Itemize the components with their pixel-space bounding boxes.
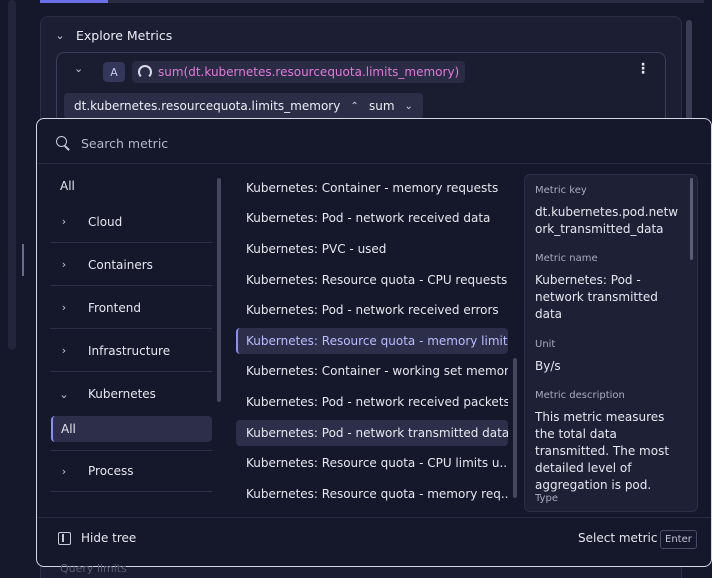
aggregation-chip-label: sum <box>369 99 395 113</box>
query-limits-label: Query limits <box>60 562 127 575</box>
metric-list-item-hovered[interactable]: Kubernetes: Pod - network transmitted da… <box>236 420 508 446</box>
divider <box>37 517 711 518</box>
chevron-down-icon: ⌄ <box>59 387 69 401</box>
tree-item-label: Process <box>88 464 134 478</box>
tree-item-infrastructure[interactable]: › Infrastructure <box>50 330 212 372</box>
metric-name-label: Metric name <box>535 253 598 264</box>
tree-item-label: Frontend <box>88 300 141 315</box>
metric-list-item-selected[interactable]: Kubernetes: Resource quota - memory limi… <box>236 328 508 354</box>
tree-item-kubernetes[interactable]: ⌄ Kubernetes <box>50 373 212 415</box>
hide-tree-label: Hide tree <box>81 531 137 545</box>
divider <box>37 163 711 164</box>
chevron-down-icon: ⌄ <box>404 100 413 112</box>
tree-item-label: Infrastructure <box>88 343 171 358</box>
metric-list-item[interactable]: Kubernetes: Container - working set memo… <box>236 358 508 384</box>
enter-key-hint: Enter <box>660 530 697 549</box>
sidebar-toggle-icon <box>58 531 71 545</box>
tree-item-frontend[interactable]: › Frontend <box>50 287 212 329</box>
search-bar <box>55 135 681 151</box>
tree-item-all[interactable]: All <box>60 179 75 193</box>
tab-bar-line <box>108 0 704 3</box>
metric-list-item[interactable]: Kubernetes: Container - memory requests <box>236 175 508 201</box>
metric-list-scrollbar[interactable] <box>513 358 517 498</box>
metric-name-value: Kubernetes: Pod - network transmitted da… <box>535 273 658 321</box>
chevron-right-icon: › <box>61 258 67 271</box>
metric-key-value: dt.kubernetes.pod.network_transmitted_da… <box>535 205 679 236</box>
tree-item-process[interactable]: › Process <box>50 450 212 492</box>
tree-subitem-all[interactable]: All <box>51 416 212 442</box>
details-scrollbar[interactable] <box>690 178 693 260</box>
metric-list-item[interactable]: Kubernetes: Resource quota - CPU request… <box>236 267 508 293</box>
hide-tree-button[interactable]: Hide tree <box>58 531 136 545</box>
search-input[interactable] <box>81 135 681 151</box>
metric-list-item[interactable]: Kubernetes: Pod - network received data <box>236 205 508 231</box>
page-scrollbar[interactable] <box>8 0 16 350</box>
metric-list-item[interactable]: Kubernetes: Resource quota - CPU limits … <box>236 450 508 476</box>
metric-description-value: This metric measures the total data tran… <box>535 410 670 492</box>
section-title: Explore Metrics <box>76 27 173 43</box>
tree-item-label: Cloud <box>88 214 123 229</box>
gauge-icon <box>138 65 152 79</box>
resize-handle[interactable] <box>22 244 24 276</box>
unit-label: Unit <box>535 339 556 350</box>
tree-item-label: Kubernetes <box>88 387 156 401</box>
type-label: Type <box>535 493 558 504</box>
chevron-right-icon: › <box>61 344 67 357</box>
tree-item-cloud[interactable]: › Cloud <box>50 201 212 243</box>
tree-item-label: Containers <box>88 257 153 272</box>
metric-selector-chip[interactable]: dt.kubernetes.resourcequota.limits_memor… <box>64 93 369 119</box>
active-tab-indicator <box>40 0 108 3</box>
query-expression-text: sum(dt.kubernetes.resourcequota.limits_m… <box>158 65 460 79</box>
metric-description-label: Metric description <box>535 390 625 401</box>
tree-item-containers[interactable]: › Containers <box>50 244 212 286</box>
chevron-down-icon[interactable]: ⌄ <box>74 62 83 75</box>
chevron-right-icon: › <box>61 464 67 478</box>
query-limits-row: Query limits <box>60 562 127 575</box>
metric-key-label: Metric key <box>535 185 587 196</box>
explore-metrics-header[interactable]: ⌄ Explore Metrics <box>54 25 172 45</box>
metric-chip-label: dt.kubernetes.resourcequota.limits_memor… <box>74 99 341 113</box>
metric-list-item[interactable]: Kubernetes: Resource quota - memory req.… <box>236 481 508 507</box>
chevron-right-icon: › <box>61 215 67 228</box>
more-options-icon[interactable]: ⋮ <box>636 61 650 77</box>
chevron-right-icon: › <box>61 301 67 314</box>
chevron-down-icon[interactable]: ⌄ <box>54 29 66 42</box>
tree-scrollbar[interactable] <box>217 178 221 402</box>
metric-list-item[interactable]: Kubernetes: PVC - used <box>236 236 508 262</box>
select-metric-button[interactable]: Select metric <box>578 531 657 545</box>
unit-value: By/s <box>535 359 561 373</box>
aggregation-chip[interactable]: sum ⌄ <box>359 93 423 119</box>
metric-list-item[interactable]: Kubernetes: Pod - network received packe… <box>236 389 508 415</box>
metric-list-item[interactable]: Kubernetes: Pod - network received error… <box>236 297 508 323</box>
chevron-up-icon: ⌃ <box>350 100 359 112</box>
search-icon <box>55 135 71 151</box>
query-expression[interactable]: sum(dt.kubernetes.resourcequota.limits_m… <box>132 61 466 83</box>
query-letter-badge: A <box>103 62 125 82</box>
